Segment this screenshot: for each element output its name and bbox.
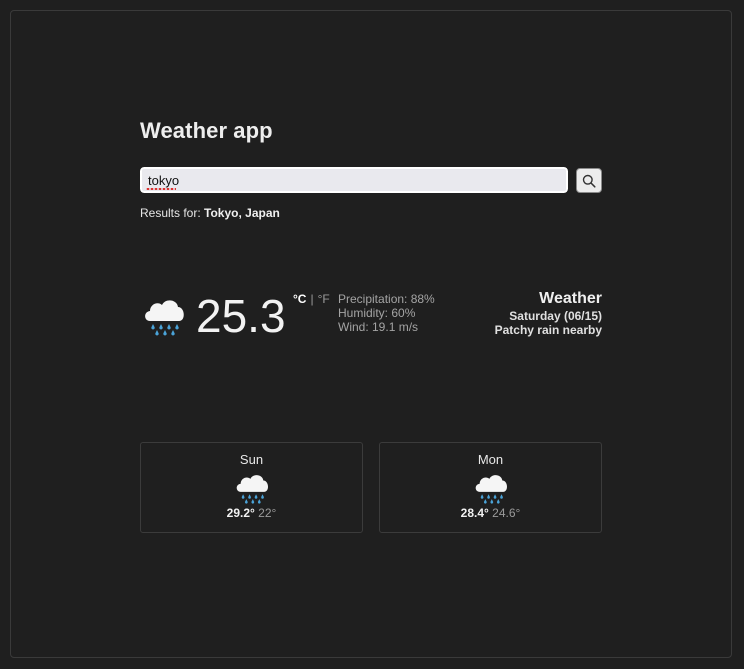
forecast-card[interactable]: Sun 29.2° 22° (140, 442, 363, 533)
app-container (10, 10, 732, 658)
results-line: Results for: Tokyo, Japan (140, 206, 280, 220)
forecast-day: Mon (477, 452, 504, 467)
rain-cloud-icon (472, 470, 510, 504)
search-button[interactable] (576, 168, 602, 193)
rain-cloud-icon (141, 294, 187, 336)
precipitation-text: Precipitation: 88% (338, 292, 435, 306)
forecast-low: 22° (258, 506, 277, 520)
humidity-text: Humidity: 60% (338, 306, 416, 320)
search-input[interactable] (139, 166, 569, 194)
forecast-high: 28.4° (460, 506, 489, 520)
wind-text: Wind: 19.1 m/s (338, 320, 419, 334)
weather-date: Saturday (06/15) (509, 309, 602, 323)
unit-toggle: °C | °F (293, 292, 330, 306)
weather-summary: Weather Saturday (06/15) Patchy rain nea… (495, 289, 602, 337)
weather-heading: Weather (539, 290, 602, 307)
forecast-high: 29.2° (226, 506, 255, 520)
forecast-day: Sun (239, 452, 264, 467)
unit-fahrenheit[interactable]: °F (318, 292, 330, 306)
forecast-temps: 28.4° 24.6° (380, 506, 601, 520)
forecast-temps: 29.2° 22° (141, 506, 362, 520)
weather-condition: Patchy rain nearby (494, 323, 602, 337)
app-title: Weather app (140, 118, 273, 143)
weather-details: Precipitation: 88% Humidity: 60% Wind: 1… (338, 292, 435, 334)
rain-cloud-icon (233, 470, 271, 504)
results-location: Tokyo, Japan (204, 206, 280, 220)
unit-celsius[interactable]: °C (293, 292, 306, 306)
forecast-low: 24.6° (492, 506, 521, 520)
forecast-card[interactable]: Mon 28.4° 24.6° (379, 442, 602, 533)
search-icon (582, 174, 596, 188)
results-prefix: Results for: (140, 206, 201, 220)
current-temperature: 25.3 (196, 290, 286, 342)
unit-separator: | (310, 292, 314, 306)
